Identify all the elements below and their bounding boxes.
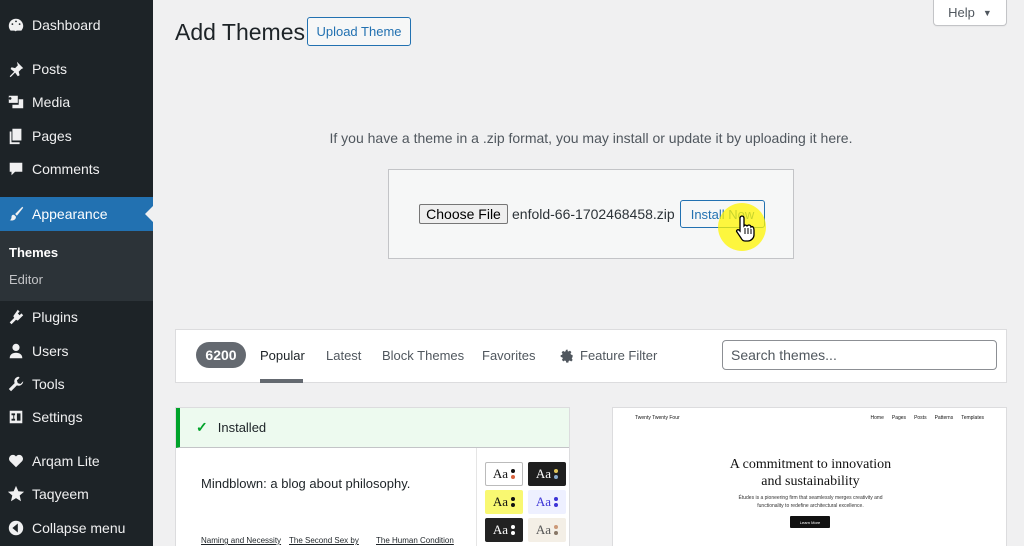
caret-down-icon: ▼ bbox=[982, 7, 992, 18]
pages-icon bbox=[0, 127, 32, 145]
tab-block-themes[interactable]: Block Themes bbox=[382, 348, 464, 363]
admin-sidebar: Dashboard Posts Media Pages Comments App… bbox=[0, 0, 153, 546]
media-icon bbox=[0, 93, 32, 111]
dashboard-icon bbox=[0, 16, 32, 34]
upload-form: Choose File enfold-66-1702468458.zip Ins… bbox=[388, 169, 794, 259]
appearance-submenu: Themes Editor bbox=[0, 231, 153, 301]
comment-icon bbox=[0, 160, 32, 178]
sidebar-item-appearance[interactable]: Appearance bbox=[0, 197, 153, 231]
user-icon bbox=[0, 342, 32, 360]
sidebar-item-label: Dashboard bbox=[32, 17, 101, 33]
sidebar-item-dashboard[interactable]: Dashboard bbox=[0, 8, 153, 42]
feature-filter-button[interactable]: Feature Filter bbox=[560, 348, 657, 363]
sidebar-item-label: Tools bbox=[32, 376, 65, 392]
sidebar-item-media[interactable]: Media bbox=[0, 85, 153, 119]
theme-preview-link: Naming and Necessity bbox=[201, 536, 282, 545]
installed-notice: ✓ Installed bbox=[176, 408, 569, 448]
style-variations-panel: Aa Aa Aa Aa Aa Aa bbox=[476, 448, 569, 546]
theme-preview-button: Learn More bbox=[790, 516, 830, 528]
style-swatch: Aa bbox=[485, 518, 523, 542]
theme-preview-title: Mindblown: a blog about philosophy. bbox=[201, 476, 411, 491]
wrench-icon bbox=[0, 375, 32, 393]
theme-card[interactable]: Twenty Twenty Four Home Pages Posts Patt… bbox=[612, 407, 1007, 546]
upload-theme-button[interactable]: Upload Theme bbox=[307, 17, 411, 46]
tab-popular[interactable]: Popular bbox=[260, 348, 305, 363]
selected-file-name: enfold-66-1702468458.zip bbox=[512, 206, 675, 222]
sidebar-item-label: Arqam Lite bbox=[32, 453, 100, 469]
theme-preview-link: The Human Condition bbox=[376, 536, 454, 545]
theme-preview-link: The Second Sex by bbox=[289, 536, 359, 545]
sidebar-item-label: Taqyeem bbox=[32, 486, 89, 502]
sidebar-item-taqyeem[interactable]: Taqyeem bbox=[0, 477, 153, 511]
style-swatch: Aa bbox=[528, 518, 566, 542]
feature-filter-label: Feature Filter bbox=[580, 348, 658, 363]
tab-latest[interactable]: Latest bbox=[326, 348, 361, 363]
gear-icon bbox=[560, 349, 573, 363]
theme-filter-bar: 6200 Popular Latest Block Themes Favorit… bbox=[175, 329, 1007, 383]
heart-icon bbox=[0, 452, 32, 470]
sidebar-item-arqam-lite[interactable]: Arqam Lite bbox=[0, 444, 153, 478]
sidebar-collapse-menu[interactable]: Collapse menu bbox=[0, 511, 153, 545]
style-swatch: Aa bbox=[528, 490, 566, 514]
submenu-item-editor[interactable]: Editor bbox=[9, 272, 43, 287]
submenu-item-themes[interactable]: Themes bbox=[9, 245, 58, 260]
sidebar-item-label: Media bbox=[32, 94, 71, 110]
sidebar-item-label: Comments bbox=[32, 161, 100, 177]
page-title: Add Themes bbox=[175, 19, 305, 45]
theme-preview-logo: Twenty Twenty Four bbox=[635, 415, 680, 421]
pin-icon bbox=[0, 60, 32, 78]
choose-file-button[interactable]: Choose File bbox=[419, 204, 508, 224]
theme-preview-nav-item: Templates bbox=[961, 415, 984, 421]
style-swatch: Aa bbox=[485, 462, 523, 486]
sidebar-item-posts[interactable]: Posts bbox=[0, 52, 153, 86]
sidebar-item-plugins[interactable]: Plugins bbox=[0, 300, 153, 334]
theme-card[interactable]: ✓ Installed Mindblown: a blog about phil… bbox=[175, 407, 570, 546]
sidebar-item-label: Pages bbox=[32, 128, 72, 144]
theme-preview-nav-item: Patterns bbox=[934, 415, 954, 421]
theme-preview-nav: Home Pages Posts Patterns Templates bbox=[871, 415, 984, 421]
checkmark-icon: ✓ bbox=[196, 419, 208, 435]
theme-preview-nav-item: Posts bbox=[914, 415, 927, 421]
sidebar-item-settings[interactable]: Settings bbox=[0, 400, 153, 434]
sidebar-item-label: Settings bbox=[32, 409, 83, 425]
theme-count-badge: 6200 bbox=[196, 342, 246, 368]
current-tab-indicator bbox=[260, 379, 303, 383]
style-swatch: Aa bbox=[528, 462, 566, 486]
search-themes-input[interactable] bbox=[722, 340, 997, 370]
install-now-button[interactable]: Install Now bbox=[680, 200, 765, 228]
theme-preview-body: Études is a pioneering firm that seamles… bbox=[738, 495, 883, 509]
collapse-icon bbox=[0, 519, 32, 537]
installed-label: Installed bbox=[217, 420, 267, 435]
help-label: Help bbox=[948, 5, 975, 20]
plugin-icon bbox=[0, 308, 32, 326]
sidebar-item-label: Plugins bbox=[32, 309, 78, 325]
star-icon bbox=[0, 485, 32, 503]
help-button[interactable]: Help ▼ bbox=[933, 0, 1007, 26]
sidebar-item-tools[interactable]: Tools bbox=[0, 367, 153, 401]
theme-preview-nav-item: Home bbox=[870, 415, 884, 421]
tab-favorites[interactable]: Favorites bbox=[482, 348, 535, 363]
sidebar-item-label: Appearance bbox=[32, 206, 108, 222]
sidebar-item-label: Posts bbox=[32, 61, 68, 77]
brush-icon bbox=[0, 205, 32, 223]
sidebar-item-users[interactable]: Users bbox=[0, 334, 153, 368]
sidebar-item-label: Collapse menu bbox=[32, 520, 126, 536]
sidebar-item-pages[interactable]: Pages bbox=[0, 119, 153, 153]
theme-preview-nav-item: Pages bbox=[891, 415, 907, 421]
upload-description: If you have a theme in a .zip format, yo… bbox=[329, 130, 853, 146]
sidebar-item-comments[interactable]: Comments bbox=[0, 152, 153, 186]
sidebar-item-label: Users bbox=[32, 343, 69, 359]
style-swatch: Aa bbox=[485, 490, 523, 514]
theme-preview-heading: A commitment to innovation and sustainab… bbox=[729, 457, 892, 489]
settings-icon bbox=[0, 408, 32, 426]
